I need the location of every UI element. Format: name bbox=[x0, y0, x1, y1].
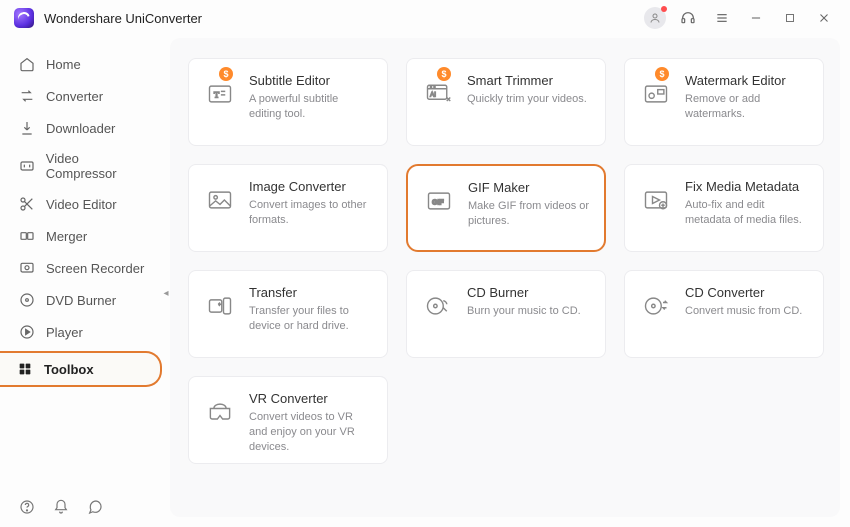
sidebar-item-merger[interactable]: Merger bbox=[0, 220, 170, 252]
gif-icon: GIF bbox=[422, 184, 456, 218]
tool-title: Watermark Editor bbox=[685, 73, 809, 88]
tool-desc: A powerful subtitle editing tool. bbox=[249, 92, 373, 122]
minimize-button[interactable] bbox=[744, 6, 768, 30]
tool-title: VR Converter bbox=[249, 391, 373, 406]
sidebar-item-label: Video Editor bbox=[46, 197, 117, 212]
feedback-icon[interactable] bbox=[86, 498, 104, 516]
sidebar-item-label: Downloader bbox=[46, 121, 115, 136]
metadata-icon bbox=[639, 183, 673, 217]
sidebar: Home Converter Downloader Video Compress… bbox=[0, 36, 170, 527]
sidebar-item-converter[interactable]: Converter bbox=[0, 80, 170, 112]
app-logo-icon bbox=[14, 8, 34, 28]
tool-desc: Remove or add watermarks. bbox=[685, 92, 809, 122]
sidebar-item-player[interactable]: Player bbox=[0, 316, 170, 348]
transfer-icon bbox=[203, 289, 237, 323]
sidebar-item-dvd-burner[interactable]: DVD Burner bbox=[0, 284, 170, 316]
content-area: $ T Subtitle Editor A powerful subtitle … bbox=[170, 38, 840, 517]
tool-title: Subtitle Editor bbox=[249, 73, 373, 88]
cd-converter-icon bbox=[639, 289, 673, 323]
tool-title: CD Burner bbox=[467, 285, 591, 300]
premium-badge-icon: $ bbox=[655, 67, 669, 81]
tool-card-vr-converter[interactable]: VR Converter Convert videos to VR and en… bbox=[188, 376, 388, 464]
app-title: Wondershare UniConverter bbox=[44, 11, 202, 26]
scissors-icon bbox=[18, 195, 36, 213]
subtitle-icon: T bbox=[203, 77, 237, 111]
premium-badge-icon: $ bbox=[219, 67, 233, 81]
converter-icon bbox=[18, 87, 36, 105]
trimmer-icon: AI bbox=[421, 77, 455, 111]
home-icon bbox=[18, 55, 36, 73]
maximize-button[interactable] bbox=[778, 6, 802, 30]
watermark-icon bbox=[639, 77, 673, 111]
close-button[interactable] bbox=[812, 6, 836, 30]
compressor-icon bbox=[18, 157, 36, 175]
tool-card-gif-maker[interactable]: GIF GIF Maker Make GIF from videos or pi… bbox=[406, 164, 606, 252]
play-icon bbox=[18, 323, 36, 341]
tool-desc: Convert images to other formats. bbox=[249, 198, 373, 228]
tool-card-transfer[interactable]: Transfer Transfer your files to device o… bbox=[188, 270, 388, 358]
bell-icon[interactable] bbox=[52, 498, 70, 516]
tool-title: GIF Maker bbox=[468, 180, 590, 195]
toolbox-icon bbox=[16, 360, 34, 378]
help-icon[interactable] bbox=[18, 498, 36, 516]
premium-badge-icon: $ bbox=[437, 67, 451, 81]
merger-icon bbox=[18, 227, 36, 245]
sidebar-item-label: Player bbox=[46, 325, 83, 340]
tool-desc: Make GIF from videos or pictures. bbox=[468, 199, 590, 229]
tool-desc: Transfer your files to device or hard dr… bbox=[249, 304, 373, 334]
tool-desc: Burn your music to CD. bbox=[467, 304, 591, 319]
sidebar-item-label: DVD Burner bbox=[46, 293, 116, 308]
sidebar-item-downloader[interactable]: Downloader bbox=[0, 112, 170, 144]
cd-burner-icon bbox=[421, 289, 455, 323]
sidebar-item-label: Video Compressor bbox=[46, 151, 152, 181]
tool-desc: Quickly trim your videos. bbox=[467, 92, 591, 107]
tool-desc: Convert music from CD. bbox=[685, 304, 809, 319]
svg-text:T: T bbox=[214, 90, 220, 100]
vr-icon bbox=[203, 395, 237, 429]
sidebar-item-home[interactable]: Home bbox=[0, 48, 170, 80]
sidebar-item-toolbox[interactable]: Toolbox bbox=[0, 351, 162, 387]
menu-icon[interactable] bbox=[710, 6, 734, 30]
sidebar-item-video-editor[interactable]: Video Editor bbox=[0, 188, 170, 220]
sidebar-item-label: Screen Recorder bbox=[46, 261, 144, 276]
sidebar-item-label: Home bbox=[46, 57, 81, 72]
tool-desc: Auto-fix and edit metadata of media file… bbox=[685, 198, 809, 228]
tool-title: Image Converter bbox=[249, 179, 373, 194]
record-icon bbox=[18, 259, 36, 277]
collapse-sidebar-icon[interactable]: ◂ bbox=[159, 281, 173, 305]
tool-card-image-converter[interactable]: Image Converter Convert images to other … bbox=[188, 164, 388, 252]
user-avatar-icon[interactable] bbox=[644, 7, 666, 29]
tool-title: Smart Trimmer bbox=[467, 73, 591, 88]
sidebar-item-label: Toolbox bbox=[44, 362, 94, 377]
tool-title: CD Converter bbox=[685, 285, 809, 300]
tool-card-cd-burner[interactable]: CD Burner Burn your music to CD. bbox=[406, 270, 606, 358]
tool-card-cd-converter[interactable]: CD Converter Convert music from CD. bbox=[624, 270, 824, 358]
disc-icon bbox=[18, 291, 36, 309]
tool-desc: Convert videos to VR and enjoy on your V… bbox=[249, 410, 373, 455]
tool-title: Fix Media Metadata bbox=[685, 179, 809, 194]
svg-text:GIF: GIF bbox=[432, 200, 444, 207]
tool-title: Transfer bbox=[249, 285, 373, 300]
download-icon bbox=[18, 119, 36, 137]
tool-card-smart-trimmer[interactable]: $ AI Smart Trimmer Quickly trim your vid… bbox=[406, 58, 606, 146]
tool-card-fix-metadata[interactable]: Fix Media Metadata Auto-fix and edit met… bbox=[624, 164, 824, 252]
sidebar-item-screen-recorder[interactable]: Screen Recorder bbox=[0, 252, 170, 284]
headset-icon[interactable] bbox=[676, 6, 700, 30]
sidebar-item-label: Merger bbox=[46, 229, 87, 244]
sidebar-item-compressor[interactable]: Video Compressor bbox=[0, 144, 170, 188]
svg-text:AI: AI bbox=[430, 92, 436, 99]
sidebar-item-label: Converter bbox=[46, 89, 103, 104]
tool-card-watermark-editor[interactable]: $ Watermark Editor Remove or add waterma… bbox=[624, 58, 824, 146]
image-icon bbox=[203, 183, 237, 217]
tool-card-subtitle-editor[interactable]: $ T Subtitle Editor A powerful subtitle … bbox=[188, 58, 388, 146]
